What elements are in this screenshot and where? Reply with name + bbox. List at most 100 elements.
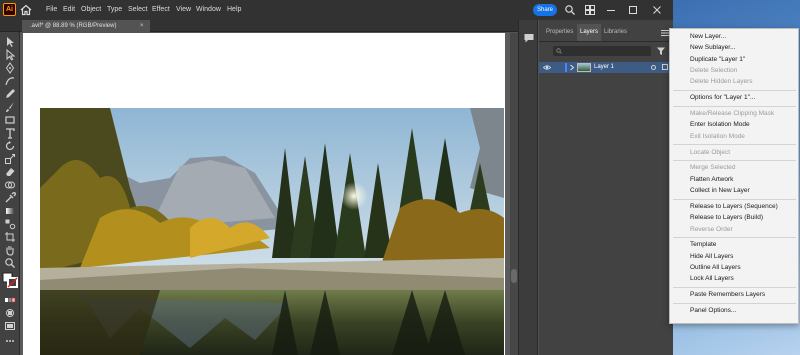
menu-item-exit-isolation-mode: Exit Isolation Mode xyxy=(690,132,745,140)
menu-separator xyxy=(673,144,796,146)
direct-selection-tool-icon[interactable] xyxy=(4,49,16,61)
menu-item-options-for-layer-1[interactable]: Options for "Layer 1"... xyxy=(690,93,755,102)
menu-separator xyxy=(673,237,796,239)
close-icon[interactable] xyxy=(651,4,663,16)
search-icon xyxy=(556,48,562,54)
app-logo: Ai xyxy=(3,3,16,16)
zoom-tool-icon[interactable] xyxy=(4,257,16,269)
filter-icon[interactable] xyxy=(656,46,666,56)
scale-tool-icon[interactable] xyxy=(4,153,16,165)
menu-separator xyxy=(673,90,796,91)
menu-item-release-to-layers-build[interactable]: Release to Layers (Build) xyxy=(690,213,763,222)
menu-item-paste-remembers-layers[interactable]: Paste Remembers Layers xyxy=(690,290,765,299)
menu-item-hide-all-layers[interactable]: Hide All Layers xyxy=(690,252,733,261)
document-tab[interactable]: .avif* @ 88.89 % (RGB/Preview) × xyxy=(22,20,150,32)
arrange-documents-icon[interactable] xyxy=(584,4,596,16)
chevron-right-icon[interactable] xyxy=(569,64,575,71)
menu-item-flatten-artwork[interactable]: Flatten Artwork xyxy=(690,175,733,184)
pencil-tool-icon[interactable] xyxy=(4,88,16,100)
type-tool-icon[interactable] xyxy=(4,127,16,139)
home-icon[interactable] xyxy=(20,4,32,16)
menu-separator xyxy=(673,287,796,289)
canvas-area[interactable] xyxy=(20,33,510,355)
tab-layers[interactable]: Layers xyxy=(577,24,602,41)
menu-item-lock-all-layers[interactable]: Lock All Layers xyxy=(690,274,734,283)
layers-panel-flyout-menu: New Layer... New Sublayer... Duplicate "La… xyxy=(669,28,799,324)
minimize-icon[interactable] xyxy=(605,4,617,16)
menu-item-duplicate-layer-1[interactable]: Duplicate "Layer 1" xyxy=(690,55,745,64)
tab-properties[interactable]: Properties xyxy=(543,24,576,41)
eraser-tool-icon[interactable] xyxy=(4,166,16,178)
menu-object[interactable]: Object xyxy=(81,0,101,20)
menu-separator xyxy=(673,105,796,107)
layers-panel: Properties Layers Libraries Layer 1 xyxy=(539,20,673,355)
shape-builder-tool-icon[interactable] xyxy=(4,179,16,191)
screen-mode-icon[interactable] xyxy=(4,320,16,332)
menu-item-delete-hidden-layers: Delete Hidden Layers xyxy=(690,78,753,86)
menu-file[interactable]: File xyxy=(46,0,57,20)
gradient-tool-icon[interactable] xyxy=(4,205,16,217)
scrollbar-thumb[interactable] xyxy=(511,269,517,283)
menu-item-outline-all-layers[interactable]: Outline All Layers xyxy=(690,263,741,272)
curvature-tool-icon[interactable] xyxy=(4,75,16,87)
menu-separator xyxy=(673,160,796,162)
menu-item-panel-options[interactable]: Panel Options... xyxy=(690,306,736,315)
brush-tool-icon[interactable] xyxy=(4,101,16,113)
layer-color-indicator xyxy=(565,63,567,72)
menu-item-locate-object: Locate Object xyxy=(690,148,731,156)
layer-row[interactable]: Layer 1 xyxy=(539,62,673,73)
menu-effect[interactable]: Effect xyxy=(152,0,170,20)
menu-help[interactable]: Help xyxy=(227,0,241,20)
menu-type[interactable]: Type xyxy=(107,0,122,20)
menu-item-delete-selection: Delete Selection xyxy=(690,66,738,74)
layer-thumbnail xyxy=(577,63,591,72)
tab-libraries[interactable]: Libraries xyxy=(601,24,630,41)
illustrator-window: Ai File Edit Object Type Select Effect V… xyxy=(0,0,673,355)
menu-bar: Ai File Edit Object Type Select Effect V… xyxy=(0,0,673,20)
canvas-vertical-scrollbar[interactable] xyxy=(510,33,518,355)
pen-tool-icon[interactable] xyxy=(4,62,16,74)
edit-toolbar-icon[interactable] xyxy=(4,335,16,347)
comments-icon[interactable] xyxy=(523,32,535,44)
menu-item-enter-isolation-mode[interactable]: Enter Isolation Mode xyxy=(690,120,750,129)
maximize-icon[interactable] xyxy=(627,4,639,16)
layer-selection-square[interactable] xyxy=(662,64,668,70)
rotate-tool-icon[interactable] xyxy=(4,140,16,152)
collapsed-panel-strip xyxy=(518,20,538,355)
eyedropper-tool-icon[interactable] xyxy=(4,192,16,204)
layer-target-icon[interactable] xyxy=(651,65,656,70)
menu-item-merge-selected: Merge Selected xyxy=(690,164,736,172)
artboard-tool-icon[interactable] xyxy=(4,231,16,243)
menu-separator xyxy=(673,198,796,200)
rectangle-tool-icon[interactable] xyxy=(4,114,16,126)
color-mode-icon[interactable] xyxy=(4,294,16,306)
blend-tool-icon[interactable] xyxy=(4,218,16,230)
panel-menu-icon[interactable] xyxy=(661,30,669,36)
document-tab-close-button[interactable]: × xyxy=(140,20,144,32)
menu-item-make-release-clipping-mask: Make/Release Clipping Mask xyxy=(690,110,775,117)
layer-search-input[interactable] xyxy=(553,46,651,56)
draw-mode-icon[interactable] xyxy=(4,307,16,319)
hand-tool-icon[interactable] xyxy=(4,244,16,256)
panel-tabs: Properties Layers Libraries xyxy=(539,24,673,42)
menu-window[interactable]: Window xyxy=(196,0,221,20)
share-button[interactable]: Share xyxy=(533,4,557,16)
menu-item-new-sublayer[interactable]: New Sublayer... xyxy=(690,43,736,52)
document-tab-bar: .avif* @ 88.89 % (RGB/Preview) × xyxy=(0,20,520,32)
eye-icon[interactable] xyxy=(543,64,551,71)
layer-name[interactable]: Layer 1 xyxy=(594,62,614,73)
menu-item-release-to-layers-sequence[interactable]: Release to Layers (Sequence) xyxy=(690,202,778,211)
search-icon[interactable] xyxy=(564,4,576,16)
placed-photo[interactable] xyxy=(40,108,504,355)
menu-item-template[interactable]: Template xyxy=(690,240,716,249)
tools-bar xyxy=(0,32,20,355)
fill-stroke-swatches-icon[interactable] xyxy=(2,272,18,288)
artboard[interactable] xyxy=(23,33,505,355)
menu-select[interactable]: Select xyxy=(128,0,147,20)
menu-item-reverse-order: Reverse Order xyxy=(690,225,733,233)
menu-view[interactable]: View xyxy=(176,0,191,20)
menu-item-new-layer[interactable]: New Layer... xyxy=(690,32,726,41)
selection-tool-icon[interactable] xyxy=(4,36,16,48)
menu-edit[interactable]: Edit xyxy=(63,0,75,20)
menu-item-collect-in-new-layer[interactable]: Collect in New Layer xyxy=(690,186,750,195)
